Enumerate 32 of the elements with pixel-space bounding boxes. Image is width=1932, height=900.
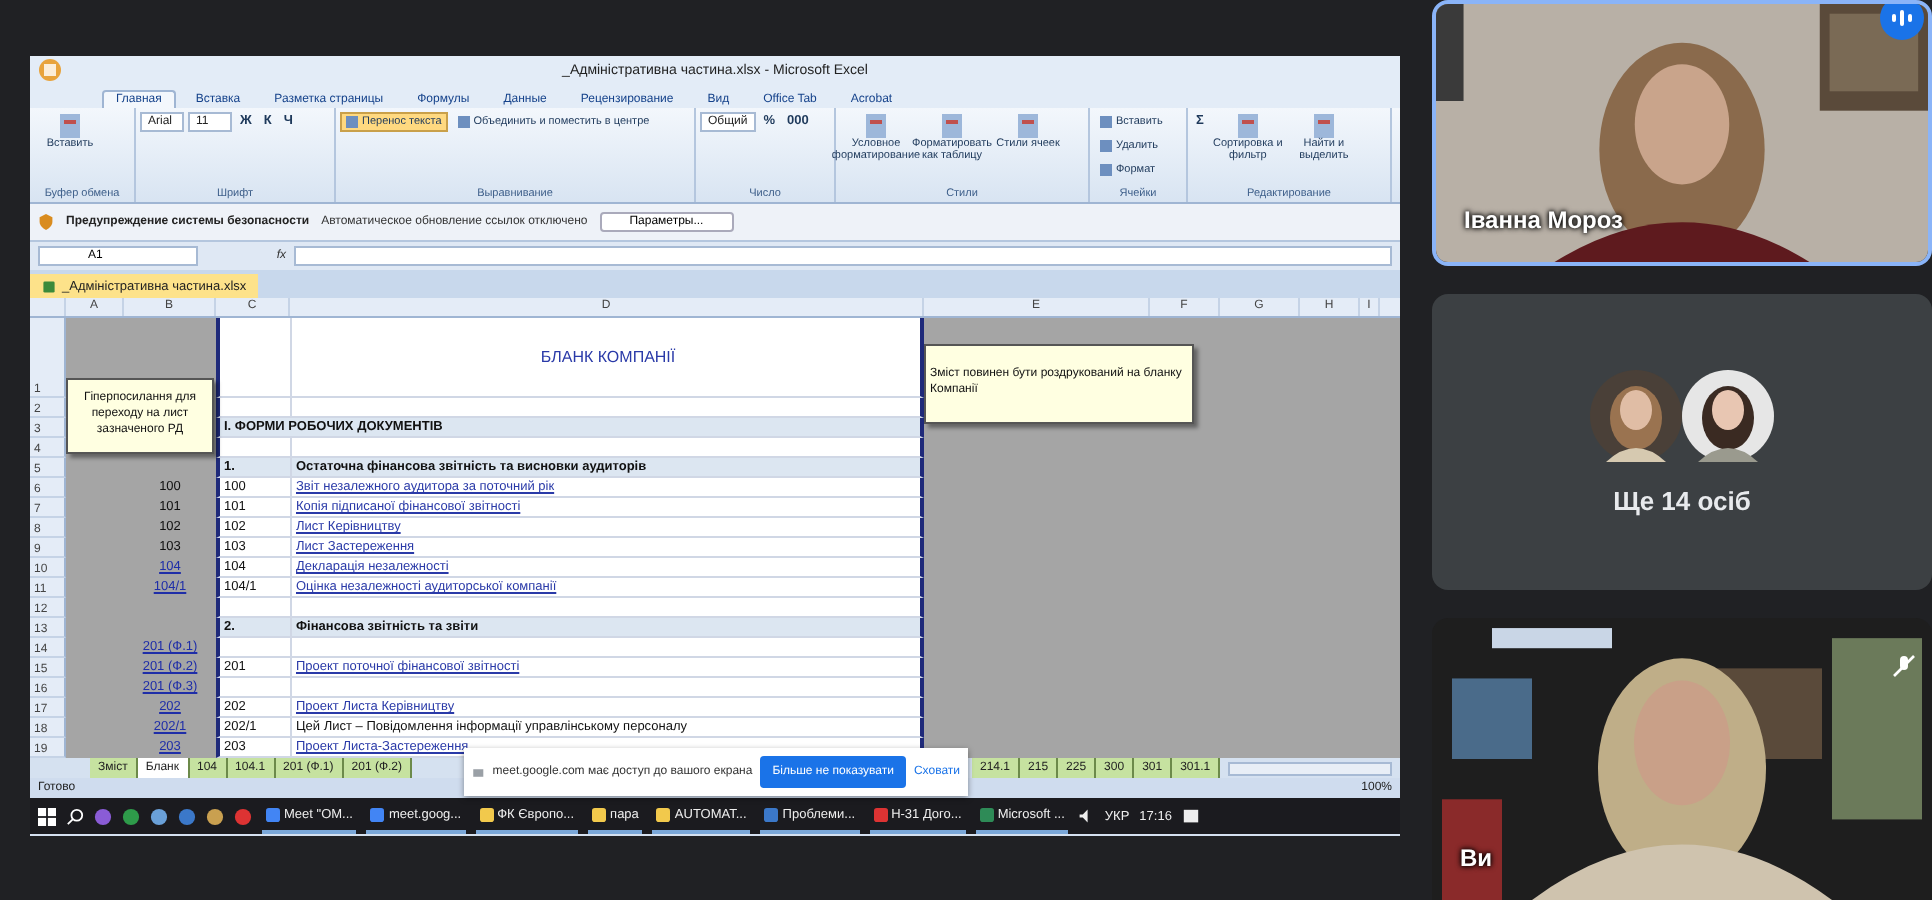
square-icon xyxy=(346,116,358,128)
screen-icon xyxy=(472,765,485,779)
app-icon xyxy=(370,807,385,821)
app-icon xyxy=(592,807,607,821)
participant-name: Ви xyxy=(1460,844,1493,872)
sheet-title: БЛАНК КОМПАНІЇ xyxy=(290,318,924,398)
square-icon xyxy=(1100,164,1112,176)
grid-cell xyxy=(216,598,290,618)
grid-cell xyxy=(216,318,290,398)
app-icon xyxy=(764,807,779,821)
square-icon xyxy=(1100,140,1112,152)
spreadsheet-icon xyxy=(42,279,56,293)
square-icon xyxy=(457,116,470,128)
participant-name: Іванна Мороз xyxy=(1464,206,1624,234)
app-icon xyxy=(873,807,888,821)
mic-off-icon xyxy=(1892,654,1916,678)
participant-count: Ще 14 осіб xyxy=(1613,485,1751,515)
square-icon xyxy=(1100,116,1112,128)
search-icon[interactable] xyxy=(66,807,84,825)
horizontal-scrollbar[interactable] xyxy=(1228,761,1392,775)
grid-cell xyxy=(216,398,290,418)
formula-field[interactable] xyxy=(294,246,1392,266)
others-tile[interactable]: Ще 14 осіб xyxy=(1432,294,1932,590)
grid-cell xyxy=(216,678,290,698)
participant-tile[interactable]: Ви xyxy=(1432,618,1932,900)
grid-cell xyxy=(216,638,290,658)
app-icon xyxy=(979,807,994,821)
app-icon xyxy=(656,807,671,821)
grid-cell xyxy=(216,438,290,458)
app-icon xyxy=(479,807,494,821)
windows-icon[interactable] xyxy=(38,807,56,825)
shield-icon xyxy=(38,214,54,230)
